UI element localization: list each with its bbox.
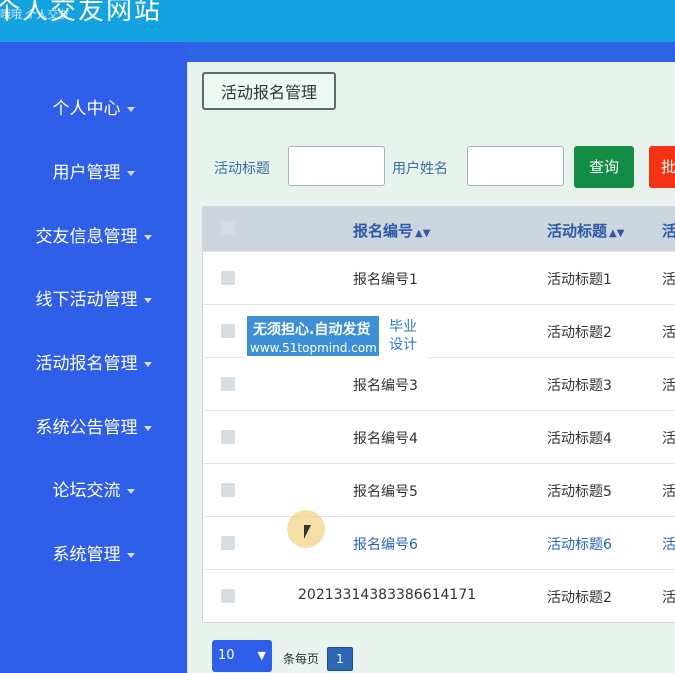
mouse-pointer-icon [304, 525, 311, 539]
activity-title-input[interactable] [288, 146, 385, 186]
chevron-down-icon [143, 361, 152, 367]
sidebar-item-personal-center[interactable]: 个人中心 [0, 94, 187, 124]
column-header-title[interactable]: 活动标题 ▲▼ [547, 220, 624, 241]
watermark-line1: 无须担心.自动发货 [253, 322, 371, 338]
select-all-checkbox[interactable] [221, 221, 235, 235]
activity-title-label: 活动标题 [214, 161, 270, 177]
sidebar-item-activity-signup[interactable]: 活动报名管理 [0, 349, 187, 379]
watermark-line2: www.51topmind.com [250, 341, 377, 355]
table-row[interactable]: 20213314383386614171 活动标题2 活 [203, 569, 675, 622]
per-page-label: 条每页 [283, 652, 320, 666]
chevron-down-icon [126, 106, 135, 112]
cell-title: 活动标题2 [547, 590, 612, 606]
cell-extra: 活 [662, 431, 675, 447]
sort-icon: ▲▼ [415, 228, 431, 239]
cell-extra: 活 [662, 325, 675, 341]
sidebar-item-dating-info[interactable]: 交友信息管理 [0, 222, 187, 252]
sidebar: 个人中心 用户管理 交友信息管理 线下活动管理 活动报名管理 系统公告管理 论坛… [0, 42, 187, 673]
sort-icon: ▲▼ [609, 228, 625, 239]
search-button[interactable]: 查询 [574, 146, 634, 188]
cell-title: 活动标题3 [547, 378, 612, 394]
cell-title: 活动标题5 [547, 484, 612, 500]
user-name-input[interactable] [467, 146, 564, 186]
chevron-down-icon [143, 425, 152, 431]
page-size-select[interactable]: 10 ▼ [212, 640, 272, 672]
column-header-extra[interactable]: 活 [662, 220, 675, 241]
cell-title: 活动标题6 [547, 537, 612, 553]
table-row[interactable]: 报名编号6 活动标题6 活 [203, 516, 675, 570]
cell-extra: 活 [662, 378, 675, 394]
chevron-down-icon: ▼ [257, 649, 266, 662]
table-row[interactable]: 报名编号1 活动标题1 活 [203, 251, 675, 305]
cell-id: 20213314383386614171 [298, 587, 477, 603]
cell-title: 活动标题4 [547, 431, 612, 447]
table-header: 报名编号▲▼ 活动标题▲▼ 活 [203, 207, 675, 251]
watermark-right: 毕业 设计 [379, 316, 427, 356]
watermark-banner: 无须担心.自动发货 www.51topmind.com 毕业 设计 [245, 314, 429, 358]
row-checkbox[interactable] [221, 536, 235, 550]
main-panel: 活动报名管理 活动标题 用户姓名 查询 批 报名编号▲▼ 活动标题▲▼ 活 报名… [187, 62, 675, 673]
cell-extra: 活 [662, 590, 675, 606]
sidebar-item-user-management[interactable]: 用户管理 [0, 158, 187, 188]
cell-id: 报名编号6 [353, 537, 418, 553]
row-checkbox[interactable] [221, 430, 235, 444]
chevron-down-icon [126, 170, 135, 176]
row-checkbox[interactable] [221, 271, 235, 285]
cell-extra: 活 [662, 484, 675, 500]
cell-title: 活动标题2 [547, 325, 612, 341]
table-row[interactable]: 报名编号5 活动标题5 活 [203, 463, 675, 517]
row-checkbox[interactable] [221, 483, 235, 497]
cell-id: 报名编号3 [353, 378, 418, 394]
table-row[interactable]: 报名编号3 活动标题3 活 [203, 357, 675, 411]
cell-id: 报名编号5 [353, 484, 418, 500]
tab-activity-signup[interactable]: 活动报名管理 [202, 72, 336, 110]
cell-title: 活动标题1 [547, 272, 612, 288]
column-header-id[interactable]: 报名编号 ▲▼ [353, 220, 430, 241]
page-number-button[interactable]: 1 [327, 647, 353, 671]
chevron-down-icon [126, 552, 135, 558]
user-name-label: 用户姓名 [392, 161, 448, 177]
batch-button[interactable]: 批 [649, 146, 675, 188]
site-title: 个人交友网站 [0, 0, 163, 26]
row-checkbox[interactable] [221, 589, 235, 603]
cell-extra: 活 [662, 537, 675, 553]
chevron-down-icon [126, 488, 135, 494]
chevron-down-icon [143, 234, 152, 240]
sidebar-item-offline-activity[interactable]: 线下活动管理 [0, 285, 187, 315]
cell-extra: 活 [662, 272, 675, 288]
signup-table: 报名编号▲▼ 活动标题▲▼ 活 报名编号1 活动标题1 活 报名编号2 活动标题… [202, 206, 675, 623]
cell-id: 报名编号4 [353, 431, 418, 447]
sidebar-item-announcement[interactable]: 系统公告管理 [0, 413, 187, 443]
top-bar: 哦哦 个人交友 个人交友网站 [0, 0, 675, 42]
sidebar-item-system[interactable]: 系统管理 [0, 540, 187, 570]
row-checkbox[interactable] [221, 324, 235, 338]
sidebar-item-forum[interactable]: 论坛交流 [0, 476, 187, 506]
cell-id: 报名编号1 [353, 272, 418, 288]
row-checkbox[interactable] [221, 377, 235, 391]
table-row[interactable]: 报名编号4 活动标题4 活 [203, 410, 675, 464]
chevron-down-icon [143, 297, 152, 303]
